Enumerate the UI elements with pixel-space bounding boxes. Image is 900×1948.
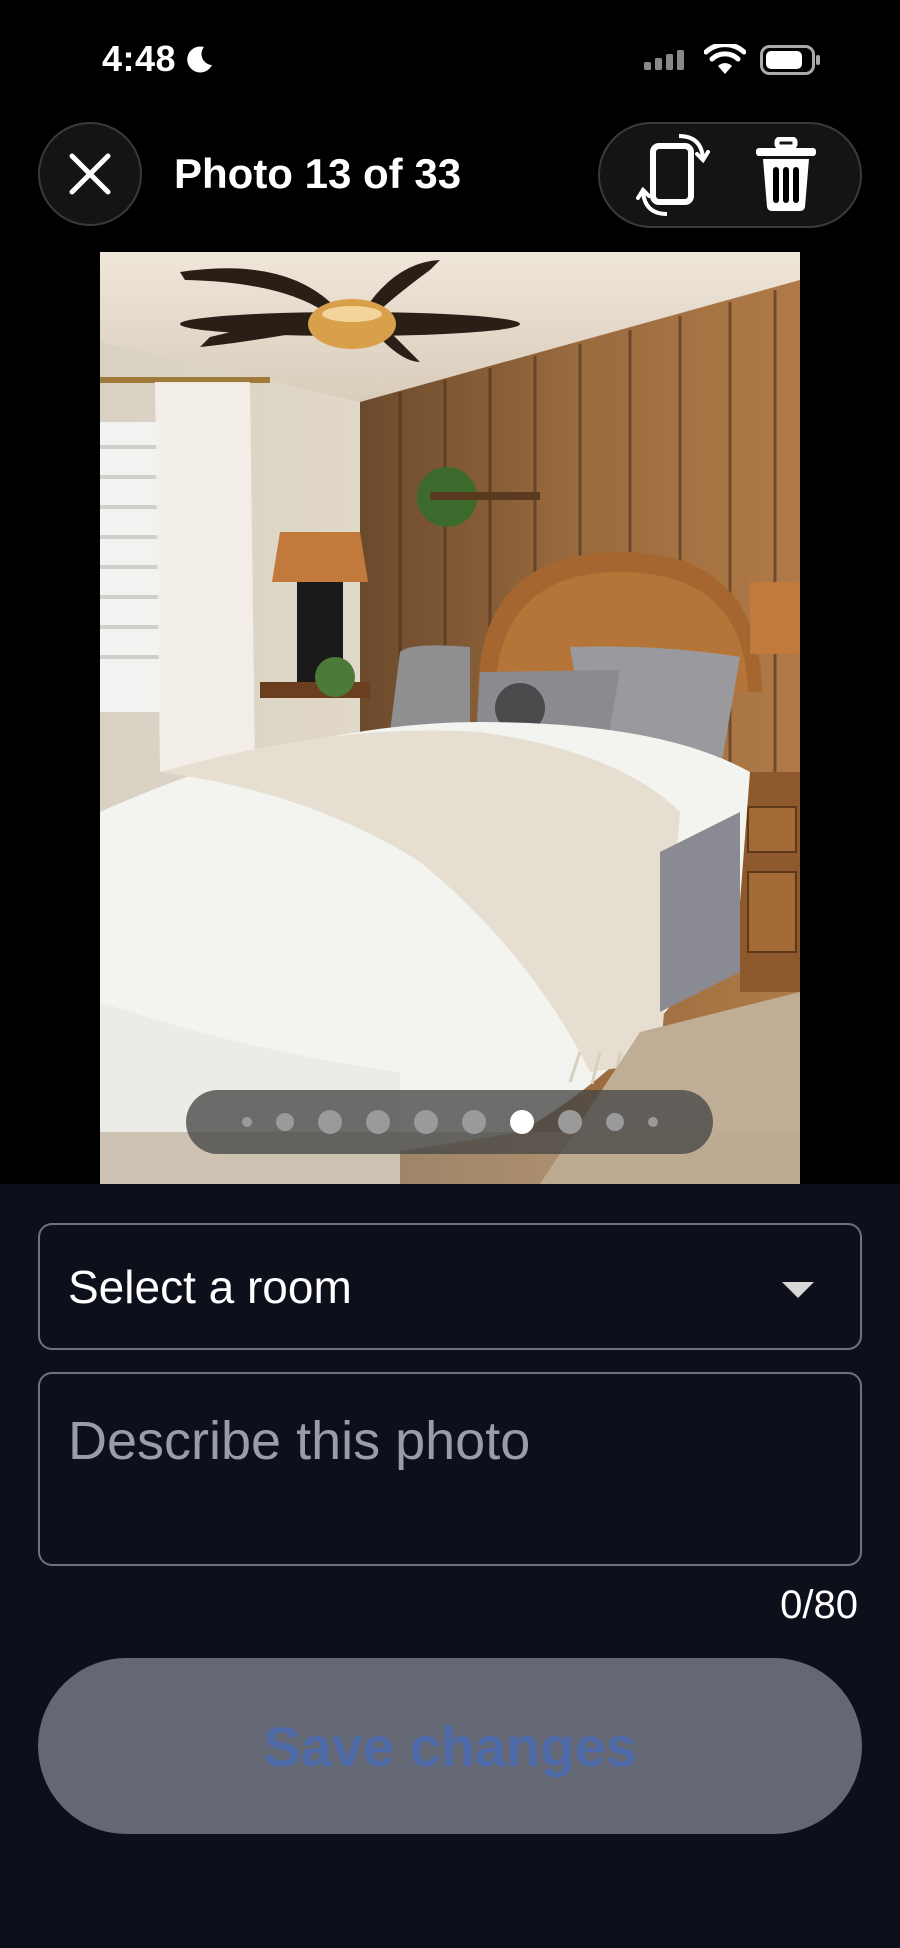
photo-actions [598,122,862,228]
clock-text: 4:48 [102,38,177,79]
signal-icon [644,50,684,70]
moon-icon [187,46,213,73]
rotate-icon [636,134,710,216]
character-counter: 0/80 [780,1583,858,1627]
close-button[interactable] [38,122,142,226]
pager-dot[interactable] [241,1117,252,1127]
room-select-label: Select a room [68,1260,352,1313]
status-icons [642,44,822,76]
pager-dot[interactable] [557,1110,582,1134]
pager-dot[interactable] [413,1110,438,1134]
chevron-down-icon [782,1282,814,1298]
description-field[interactable] [38,1372,862,1566]
status-bar: 4:48 [0,0,900,110]
rotate-button[interactable] [629,130,719,220]
pager-dot[interactable] [275,1113,294,1131]
bedroom-photo [100,252,800,1184]
trash-icon [756,137,816,211]
pager-dot[interactable] [647,1117,658,1127]
pager-dot-active[interactable] [509,1110,534,1134]
pager-dot[interactable] [461,1110,486,1134]
photo-pager[interactable] [186,1090,713,1154]
pager-dot[interactable] [317,1110,342,1134]
room-select[interactable]: Select a room [38,1223,862,1350]
battery-icon [760,45,820,75]
page-title: Photo 13 of 33 [174,150,462,197]
save-button-label: Save changes [263,1714,637,1778]
description-input[interactable] [68,1410,832,1528]
photo-viewer[interactable] [100,252,800,1184]
delete-button[interactable] [741,130,831,220]
pager-dot[interactable] [605,1113,624,1131]
status-time: 4:48 [102,38,216,80]
close-icon [69,153,111,195]
save-changes-button[interactable]: Save changes [38,1658,862,1834]
pager-dot[interactable] [365,1110,390,1134]
wifi-icon [704,44,746,74]
